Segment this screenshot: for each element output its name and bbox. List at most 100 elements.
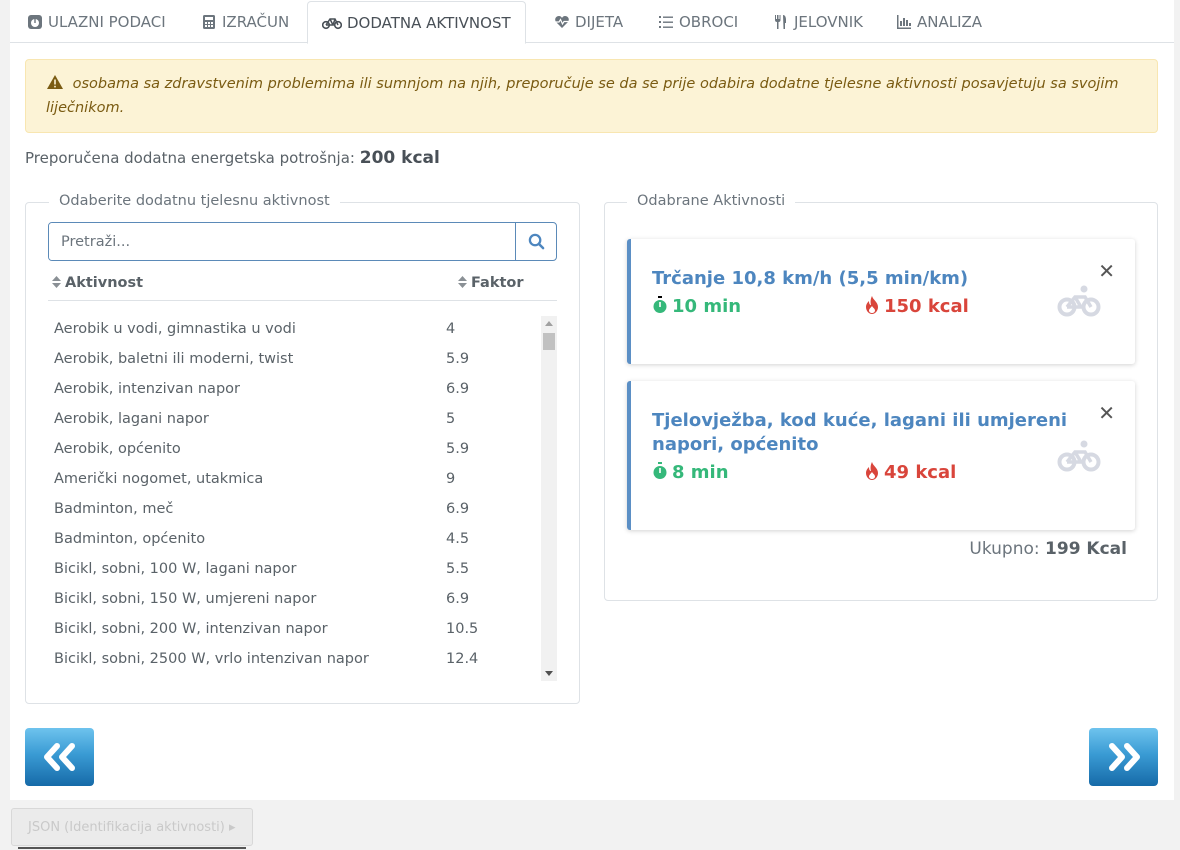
bicycle-icon — [1057, 440, 1101, 472]
list-icon — [659, 16, 673, 28]
tachometer-icon — [28, 15, 42, 29]
table-header: Aktivnost Faktor — [48, 271, 557, 301]
tab-dijeta[interactable]: DIJETA — [540, 1, 637, 43]
double-chevron-right-icon — [1108, 743, 1140, 771]
double-chevron-left-icon — [43, 743, 75, 771]
search-group — [48, 222, 557, 261]
utensils-icon — [775, 15, 786, 29]
chart-bar-icon — [897, 15, 911, 29]
selected-activities: Odabrane Aktivnosti Trčanje 10,8 km/h (5… — [604, 193, 1158, 601]
tab-label: ULAZNI PODACI — [48, 13, 166, 31]
column-header-factor[interactable]: Faktor — [458, 275, 524, 291]
activity-factor: 4.5 — [446, 531, 470, 547]
divider — [18, 847, 246, 849]
activity-name: Badminton, općenito — [54, 531, 206, 547]
stopwatch-icon — [653, 462, 667, 479]
kcal-value: 49 kcal — [884, 462, 957, 483]
total-value: 199 Kcal — [1045, 539, 1127, 559]
activity-factor: 5.5 — [446, 561, 470, 577]
fire-icon — [866, 296, 878, 314]
activity-factor: 5 — [446, 411, 456, 427]
activity-factor: 5.9 — [446, 441, 470, 457]
search-button[interactable] — [515, 223, 556, 260]
tab-ulazni-podaci[interactable]: ULAZNI PODACI — [13, 1, 180, 43]
activity-picker-legend: Odaberite dodatnu tjelesnu aktivnost — [49, 193, 340, 209]
calculator-icon — [203, 15, 215, 29]
scroll-up-icon[interactable] — [545, 321, 553, 326]
activity-table-body: Aerobik u vodi, gimnastika u vodi 4 Aerob… — [48, 316, 557, 681]
recommend-label: Preporučena dodatna energetska potrošnja… — [25, 149, 355, 167]
table-row[interactable]: Bicikl, sobni, 150 W, umjereni napor 6.9 — [48, 586, 557, 616]
selected-activity-card: Tjelovježba, kod kuće, lagani ili umjere… — [627, 381, 1135, 530]
next-button[interactable] — [1089, 728, 1158, 786]
activity-duration: 10 min — [652, 296, 741, 317]
activity-duration: 8 min — [652, 462, 729, 483]
column-header-label: Faktor — [471, 275, 524, 291]
activity-name: Bicikl, sobni, 2500 W, vrlo intenzivan n… — [54, 651, 369, 667]
activity-factor: 5.9 — [446, 351, 470, 367]
activity-name: Aerobik, intenzivan napor — [54, 381, 240, 397]
tab-analiza[interactable]: ANALIZA — [882, 1, 996, 43]
tab-dodatna-aktivnost[interactable]: DODATNA AKTIVNOST — [307, 1, 526, 44]
activity-factor: 10.5 — [446, 621, 479, 637]
column-header-activity[interactable]: Aktivnost — [52, 275, 143, 291]
remove-activity-button[interactable]: ✕ — [1098, 403, 1115, 423]
activity-name: Bicikl, sobni, 200 W, intenzivan napor — [54, 621, 328, 637]
duration-value: 8 min — [672, 462, 729, 483]
json-identification-button[interactable]: JSON (Identifikacija aktivnosti) ▸ — [11, 808, 253, 846]
activity-factor: 6.9 — [446, 501, 470, 517]
warning-icon — [47, 75, 63, 89]
table-row[interactable]: Bicikl, sobni, 2500 W, vrlo intenzivan n… — [48, 646, 557, 676]
selected-activity-card: Trčanje 10,8 km/h (5,5 min/km) 10 min 15… — [627, 239, 1135, 364]
activity-name: Aerobik, općenito — [54, 441, 181, 457]
table-row[interactable]: Američki nogomet, utakmica 9 — [48, 466, 557, 496]
total-kcal: Ukupno: 199 Kcal — [969, 539, 1127, 559]
tab-label: IZRAČUN — [222, 13, 290, 31]
table-row[interactable]: Bicikl, sobni, 200 W, intenzivan napor 10… — [48, 616, 557, 646]
search-input[interactable] — [49, 223, 515, 260]
activity-title: Tjelovježba, kod kuće, lagani ili umjere… — [652, 410, 1068, 455]
activity-kcal: 150 kcal — [864, 296, 969, 317]
table-row[interactable]: Aerobik, lagani napor 5 — [48, 406, 557, 436]
bicycle-icon — [322, 17, 342, 29]
sort-icon — [52, 276, 61, 288]
table-row[interactable]: Aerobik, baletni ili moderni, twist 5.9 — [48, 346, 557, 376]
scroll-down-icon[interactable] — [545, 671, 553, 676]
tab-jelovnik[interactable]: JELOVNIK — [759, 1, 877, 43]
tab-label: DODATNA AKTIVNOST — [347, 13, 511, 32]
alert-text: osobama sa zdravstvenim problemima ili s… — [46, 76, 1119, 116]
activity-factor: 12.4 — [446, 651, 479, 667]
table-row[interactable]: Bicikl, sobni, 100 W, lagani napor 5.5 — [48, 556, 557, 586]
table-row[interactable]: Aerobik u vodi, gimnastika u vodi 4 — [48, 316, 557, 346]
activity-factor: 6.9 — [446, 381, 470, 397]
activity-factor: 4 — [446, 321, 456, 337]
activity-picker: Odaberite dodatnu tjelesnu aktivnost Akt… — [25, 193, 580, 704]
tab-label: JELOVNIK — [794, 13, 864, 31]
table-row[interactable]: Badminton, općenito 4.5 — [48, 526, 557, 556]
page: ULAZNI PODACI IZRAČUN DODATNA AKTIVNOST … — [10, 0, 1174, 800]
activity-name: Aerobik, lagani napor — [54, 411, 209, 427]
activity-name: Aerobik, baletni ili moderni, twist — [54, 351, 294, 367]
tab-label: OBROCI — [679, 13, 739, 31]
scrollbar-thumb[interactable] — [543, 333, 555, 350]
remove-activity-button[interactable]: ✕ — [1098, 261, 1115, 281]
activity-kcal: 49 kcal — [864, 462, 956, 483]
warning-alert: osobama sa zdravstvenim problemima ili s… — [25, 59, 1158, 133]
tab-izracun[interactable]: IZRAČUN — [187, 1, 303, 43]
tab-obroci[interactable]: OBROCI — [644, 1, 752, 43]
previous-button[interactable] — [25, 728, 94, 786]
tab-label: DIJETA — [575, 13, 624, 31]
activity-name: Aerobik u vodi, gimnastika u vodi — [54, 321, 296, 337]
activity-name: Badminton, meč — [54, 501, 174, 517]
table-row[interactable]: Aerobik, općenito 5.9 — [48, 436, 557, 466]
search-icon — [528, 233, 544, 250]
tab-label: ANALIZA — [917, 13, 983, 31]
activity-title: Trčanje 10,8 km/h (5,5 min/km) — [652, 268, 969, 289]
recommend-value: 200 kcal — [359, 148, 440, 168]
tab-bar: ULAZNI PODACI IZRAČUN DODATNA AKTIVNOST … — [10, 0, 1174, 44]
recommended-energy: Preporučena dodatna energetska potrošnja… — [25, 148, 440, 168]
scrollbar[interactable] — [541, 316, 557, 681]
activity-name: Američki nogomet, utakmica — [54, 471, 264, 487]
table-row[interactable]: Aerobik, intenzivan napor 6.9 — [48, 376, 557, 406]
table-row[interactable]: Badminton, meč 6.9 — [48, 496, 557, 526]
